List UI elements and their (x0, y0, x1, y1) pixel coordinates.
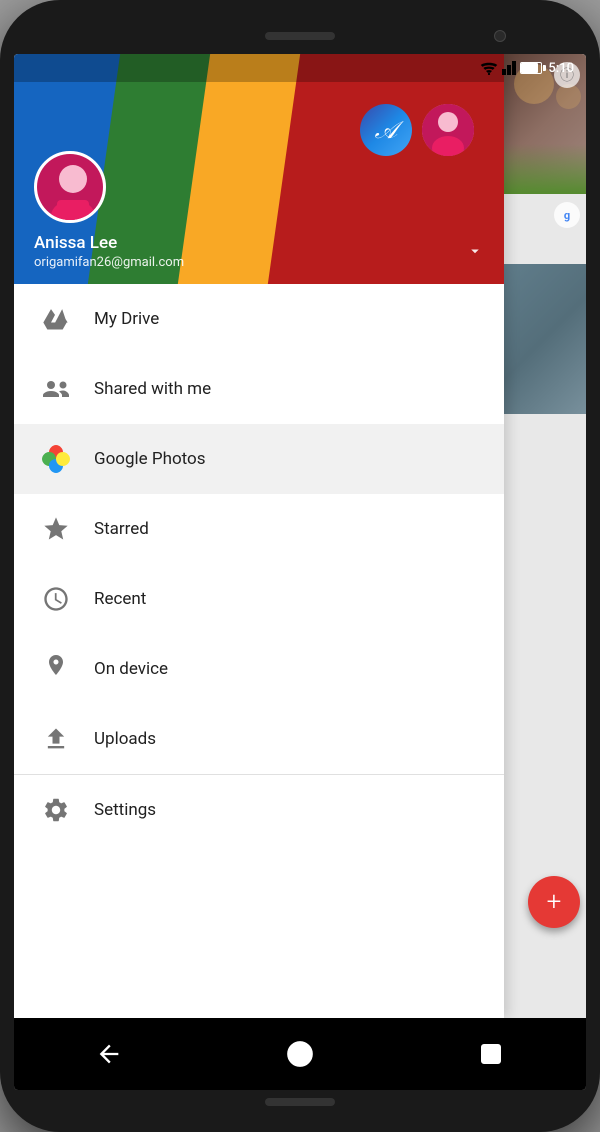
dropdown-icon (466, 242, 484, 260)
header-top-overlay (14, 54, 504, 82)
menu-item-recent[interactable]: Recent (14, 564, 504, 634)
menu-label-starred: Starred (94, 519, 149, 539)
menu-label-on-device: On device (94, 659, 168, 679)
phone-screen: 5:10 (14, 54, 586, 1090)
account-dropdown-arrow[interactable] (466, 242, 484, 264)
battery-icon (520, 62, 542, 74)
clock-icon (34, 577, 78, 621)
status-bar: 5:10 (480, 54, 586, 82)
menu-item-shared-with-me[interactable]: Shared with me (14, 354, 504, 424)
front-camera (494, 30, 506, 42)
menu-label-my-drive: My Drive (94, 309, 159, 329)
back-button[interactable] (87, 1032, 131, 1076)
menu-label-uploads: Uploads (94, 729, 156, 749)
user-name: Anissa Lee (34, 233, 484, 253)
fab-button[interactable]: + (528, 876, 580, 928)
menu-label-shared: Shared with me (94, 379, 211, 399)
account-avatar-person2[interactable] (422, 104, 474, 156)
header-user-content: Anissa Lee origamifan26@gmail.com (14, 151, 504, 284)
home-button[interactable] (278, 1032, 322, 1076)
status-time: 5:10 (548, 61, 574, 76)
star-icon (34, 507, 78, 551)
menu-item-my-drive[interactable]: My Drive (14, 284, 504, 354)
menu-item-uploads[interactable]: Uploads (14, 704, 504, 774)
recents-icon (479, 1042, 503, 1066)
g-badge: g (554, 202, 580, 228)
account-avatar-a[interactable]: 𝒜 (360, 104, 412, 156)
main-area: 𝒜 (14, 54, 586, 1018)
background-content: ⓘ g + (504, 54, 586, 1018)
phone-bottom-bar (14, 1090, 586, 1114)
menu-item-settings[interactable]: Settings (14, 775, 504, 845)
user-avatar[interactable] (34, 151, 106, 223)
navigation-drawer: 𝒜 (14, 54, 504, 1018)
phone-top-bar (14, 18, 586, 54)
people-icon (34, 367, 78, 411)
menu-section: My Drive (14, 284, 504, 1018)
user-email: origamifan26@gmail.com (34, 255, 484, 270)
avatar-person2-svg (422, 104, 474, 156)
status-icons (480, 61, 542, 75)
settings-icon (34, 788, 78, 832)
bottom-speaker (265, 1098, 335, 1106)
drawer-header: 𝒜 (14, 54, 504, 284)
phone-frame: 5:10 (0, 0, 600, 1132)
wifi-icon (480, 61, 498, 75)
pin-icon (34, 647, 78, 691)
menu-item-google-photos[interactable]: Google Photos (14, 424, 504, 494)
menu-label-recent: Recent (94, 589, 146, 609)
recents-button[interactable] (469, 1032, 513, 1076)
navigation-bar (14, 1018, 586, 1090)
pinwheel-icon (34, 437, 78, 481)
menu-item-starred[interactable]: Starred (14, 494, 504, 564)
menu-label-photos: Google Photos (94, 449, 206, 469)
other-accounts: 𝒜 (360, 104, 474, 156)
menu-label-settings: Settings (94, 800, 156, 820)
back-icon (95, 1040, 123, 1068)
avatar-person2-bg (422, 104, 474, 156)
drive-icon (34, 297, 78, 341)
signal-icon (502, 61, 516, 75)
user-avatar-svg (37, 154, 106, 223)
upload-icon (34, 717, 78, 761)
avatar-a-letter: 𝒜 (360, 104, 412, 156)
screen-content: 𝒜 (14, 54, 586, 1090)
user-info (34, 151, 484, 223)
menu-item-on-device[interactable]: On device (14, 634, 504, 704)
thumbnail-2 (504, 264, 586, 414)
speaker (265, 32, 335, 40)
home-icon (286, 1040, 314, 1068)
